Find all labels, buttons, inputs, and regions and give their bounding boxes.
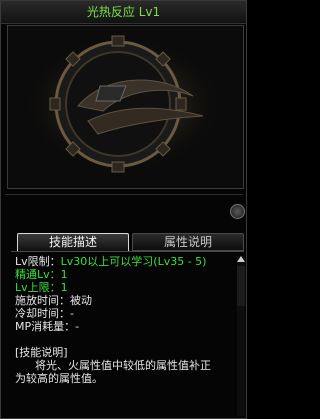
description-line-1: 将光、火属性值中较低的属性值补正 xyxy=(35,359,211,372)
window-title: 光热反应 Lv1 xyxy=(1,1,246,24)
refresh-icon[interactable] xyxy=(230,204,245,219)
lv-limit-value: Lv30以上可以学习(Lv35 - 5) xyxy=(60,255,207,268)
lv-limit-label: Lv限制： xyxy=(15,255,61,268)
cast-time: 施放时间：被动 xyxy=(15,294,92,307)
scroll-thumb[interactable] xyxy=(237,266,245,306)
description-header: [技能说明] xyxy=(15,346,68,359)
skill-info: Lv限制：Lv30以上可以学习(Lv35 - 5) 精通Lv：1 Lv上限：1 … xyxy=(15,255,229,385)
divider xyxy=(5,194,243,195)
description-line-2: 为较高的属性值。 xyxy=(15,372,103,385)
scrollbar[interactable] xyxy=(237,256,245,416)
cooldown: 冷却时间：- xyxy=(15,307,74,320)
tab-skill-description[interactable]: 技能描述 xyxy=(17,233,129,251)
lv-limit-row: Lv限制：Lv30以上可以学习(Lv35 - 5) xyxy=(15,255,229,268)
skill-window: 光热反应 Lv1 技能描述 属性说明 Lv限制：Lv30以上可以学习(Lv35 … xyxy=(0,0,247,419)
mp-cost: MP消耗量：- xyxy=(15,320,80,333)
max-level: Lv上限：1 xyxy=(15,281,68,294)
mastery-level: 精通Lv：1 xyxy=(15,268,68,281)
tab-attribute-description[interactable]: 属性说明 xyxy=(132,233,244,251)
skill-preview: 锁定 变更 xyxy=(7,25,244,189)
scroll-up-icon[interactable] xyxy=(237,256,245,262)
tab-underline xyxy=(11,251,244,252)
dnf-emblem-icon xyxy=(8,26,243,188)
